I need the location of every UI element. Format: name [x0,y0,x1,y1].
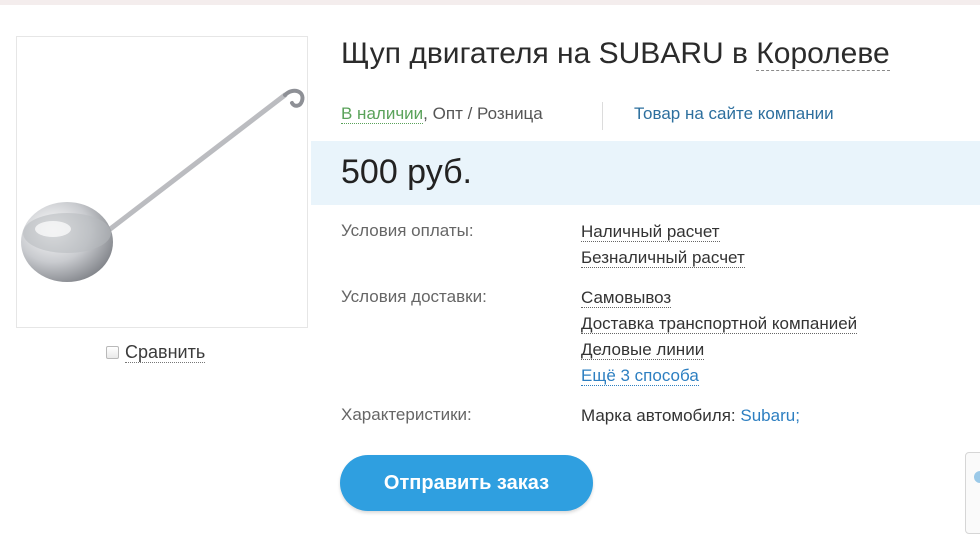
payment-option: Безналичный расчет [581,247,745,269]
delivery-option-pickup[interactable]: Самовывоз [581,288,672,308]
spec-suffix: ; [795,406,800,425]
title-text: Щуп двигателя на SUBARU в [341,37,748,70]
delivery-option-business-lines[interactable]: Деловые линии [581,340,705,360]
send-order-button[interactable]: Отправить заказ [340,455,593,511]
compare-label[interactable]: Сравнить [125,342,206,363]
in-stock-status[interactable]: В наличии [341,104,424,124]
spec-row: Марка автомобиля: Subaru; [581,405,800,427]
ladle-image [21,88,305,282]
compare-checkbox[interactable] [106,346,119,359]
specs-label: Характеристики: [341,405,472,424]
company-site-link[interactable]: Товар на сайте компании [634,104,834,124]
divider [602,102,603,130]
price: 500 руб. [341,153,473,191]
delivery-option: Доставка транспортной компанией [581,313,858,335]
compare-toggle[interactable]: Сравнить [106,342,206,363]
top-strip [0,0,980,5]
availability-row: В наличии, Опт / Розница [341,104,543,124]
delivery-more: Ещё 3 способа [581,365,699,387]
delivery-label: Условия доставки: [341,287,487,306]
delivery-more-link[interactable]: Ещё 3 способа [581,366,699,386]
payment-label: Условия оплаты: [341,221,474,240]
chat-icon [974,471,980,483]
page-title: Щуп двигателя на SUBARU в Королеве [341,37,890,71]
chat-widget[interactable] [965,452,980,534]
spec-key: Марка автомобиля: [581,406,736,425]
availability-separator: , [423,104,428,123]
delivery-option: Самовывоз [581,287,672,309]
wholesale-retail-text: Опт / Розница [432,104,543,123]
payment-option-noncash[interactable]: Безналичный расчет [581,248,745,268]
delivery-option-transport[interactable]: Доставка транспортной компанией [581,314,858,334]
payment-option: Наличный расчет [581,221,720,243]
product-image[interactable] [16,36,308,328]
city-link[interactable]: Королеве [756,37,890,71]
delivery-option: Деловые линии [581,339,705,361]
payment-option-cash[interactable]: Наличный расчет [581,222,720,242]
spec-brand-link[interactable]: Subaru [740,406,795,425]
